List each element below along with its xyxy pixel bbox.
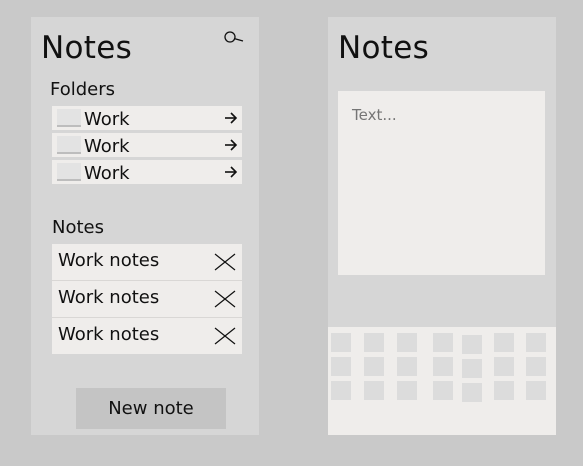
keyboard-key[interactable] bbox=[526, 381, 546, 400]
search-button[interactable] bbox=[222, 28, 246, 48]
keyboard-key[interactable] bbox=[433, 333, 453, 352]
keyboard-key[interactable] bbox=[433, 357, 453, 376]
note-label: Work notes bbox=[58, 324, 160, 345]
close-icon[interactable] bbox=[214, 253, 236, 271]
keyboard-key[interactable] bbox=[462, 335, 482, 354]
keyboard-key[interactable] bbox=[397, 333, 417, 352]
note-list: Work notes Work notes Work notes bbox=[52, 244, 242, 354]
folder-label: Work bbox=[84, 163, 130, 184]
folder-item[interactable]: Work bbox=[52, 133, 242, 157]
note-editor-screen: Notes bbox=[328, 17, 556, 435]
keyboard-key[interactable] bbox=[526, 357, 546, 376]
new-note-button[interactable]: New note bbox=[76, 388, 226, 429]
note-list-item[interactable]: Work notes bbox=[52, 244, 242, 281]
notes-heading: Notes bbox=[52, 217, 104, 238]
folder-item[interactable]: Work bbox=[52, 106, 242, 130]
folder-item[interactable]: Work bbox=[52, 160, 242, 184]
keyboard-key[interactable] bbox=[462, 383, 482, 402]
keyboard-key[interactable] bbox=[331, 357, 351, 376]
note-text-area[interactable] bbox=[338, 91, 545, 275]
keyboard-key[interactable] bbox=[526, 333, 546, 352]
note-label: Work notes bbox=[58, 287, 160, 308]
arrow-right-icon bbox=[225, 166, 238, 178]
folder-thumbnail bbox=[57, 136, 81, 154]
keyboard-key[interactable] bbox=[364, 357, 384, 376]
close-icon[interactable] bbox=[214, 327, 236, 345]
arrow-right-icon bbox=[225, 112, 238, 124]
folder-thumbnail bbox=[57, 163, 81, 181]
keyboard-key[interactable] bbox=[494, 333, 514, 352]
folder-label: Work bbox=[84, 109, 130, 130]
note-label: Work notes bbox=[58, 250, 160, 271]
note-list-item[interactable]: Work notes bbox=[52, 318, 242, 354]
page-title: Notes bbox=[338, 30, 430, 66]
folders-heading: Folders bbox=[50, 79, 116, 100]
keyboard-key[interactable] bbox=[433, 381, 453, 400]
keyboard-key[interactable] bbox=[494, 357, 514, 376]
note-list-item[interactable]: Work notes bbox=[52, 281, 242, 318]
keyboard-key[interactable] bbox=[397, 357, 417, 376]
search-icon bbox=[224, 31, 244, 43]
arrow-right-icon bbox=[225, 139, 238, 151]
keyboard-key[interactable] bbox=[331, 333, 351, 352]
folder-thumbnail bbox=[57, 109, 81, 127]
keyboard-key[interactable] bbox=[397, 381, 417, 400]
page-title: Notes bbox=[41, 30, 133, 66]
keyboard-key[interactable] bbox=[364, 333, 384, 352]
keyboard-key[interactable] bbox=[331, 381, 351, 400]
folder-label: Work bbox=[84, 136, 130, 157]
close-icon[interactable] bbox=[214, 290, 236, 308]
keyboard-key[interactable] bbox=[494, 381, 514, 400]
on-screen-keyboard bbox=[328, 327, 556, 435]
keyboard-key[interactable] bbox=[364, 381, 384, 400]
keyboard-key[interactable] bbox=[462, 359, 482, 378]
folder-list: Work Work Work bbox=[52, 106, 242, 187]
notes-list-screen: Notes Folders Work Work Work Notes Work … bbox=[31, 17, 259, 435]
